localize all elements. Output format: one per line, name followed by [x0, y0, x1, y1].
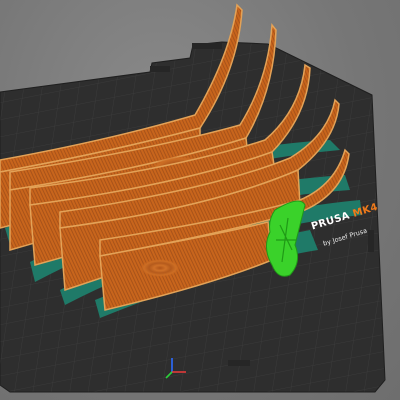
- scene-svg: [0, 3, 386, 393]
- bed-tab: [228, 360, 250, 366]
- bed-tab: [368, 230, 374, 252]
- 3d-viewport[interactable]: PRUSA MK4 by Josef Prusa: [0, 0, 400, 400]
- bed-tab: [150, 66, 170, 72]
- bed-tab: [192, 43, 222, 49]
